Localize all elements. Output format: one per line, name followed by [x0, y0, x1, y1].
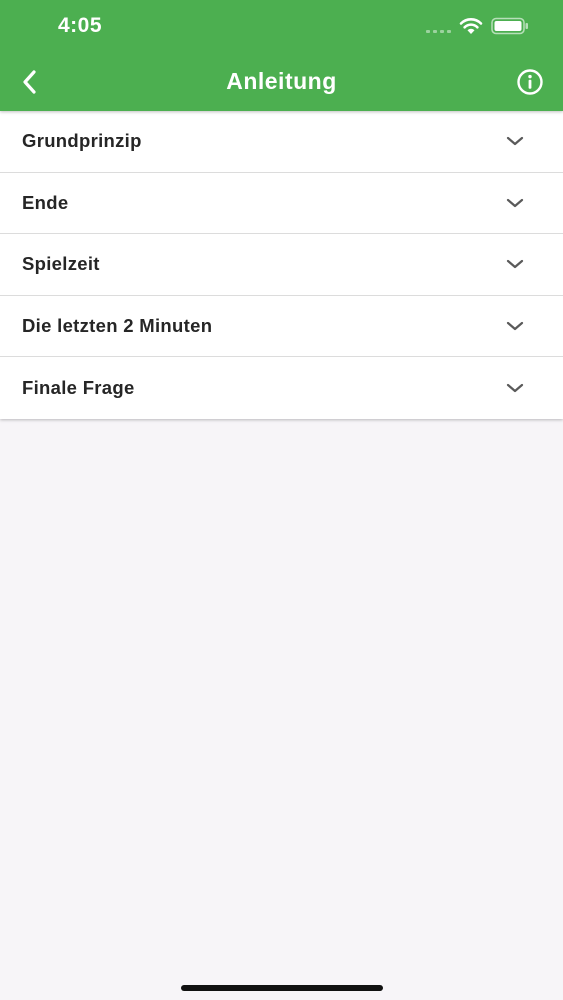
status-time: 4:05 [58, 14, 103, 37]
status-bar: 4:05 [0, 0, 563, 52]
wifi-icon [459, 18, 483, 34]
instruction-sections-list: Grundprinzip Ende Spielzeit Die letzten … [0, 111, 563, 419]
cellular-signal-icon [426, 30, 451, 33]
section-grundprinzip[interactable]: Grundprinzip [0, 111, 563, 173]
section-label: Spielzeit [22, 253, 100, 275]
app-header: 4:05 Anleitung [0, 0, 563, 111]
section-spielzeit[interactable]: Spielzeit [0, 234, 563, 296]
info-button[interactable] [514, 66, 546, 98]
section-label: Grundprinzip [22, 130, 142, 152]
battery-icon [491, 17, 528, 35]
section-label: Finale Frage [22, 376, 135, 398]
section-ende[interactable]: Ende [0, 173, 563, 234]
chevron-down-icon [506, 137, 524, 146]
chevron-down-icon [506, 383, 524, 392]
page-title: Anleitung [226, 68, 337, 94]
home-indicator [181, 985, 383, 991]
section-label: Ende [22, 191, 69, 213]
info-circle-icon [517, 69, 543, 95]
section-label: Die letzten 2 Minuten [22, 314, 213, 336]
section-finale-frage[interactable]: Finale Frage [0, 357, 563, 419]
section-die-letzten-2-minuten[interactable]: Die letzten 2 Minuten [0, 296, 563, 357]
chevron-down-icon [506, 260, 524, 269]
nav-bar: Anleitung [0, 52, 563, 111]
chevron-down-icon [506, 198, 524, 207]
chevron-down-icon [506, 321, 524, 330]
